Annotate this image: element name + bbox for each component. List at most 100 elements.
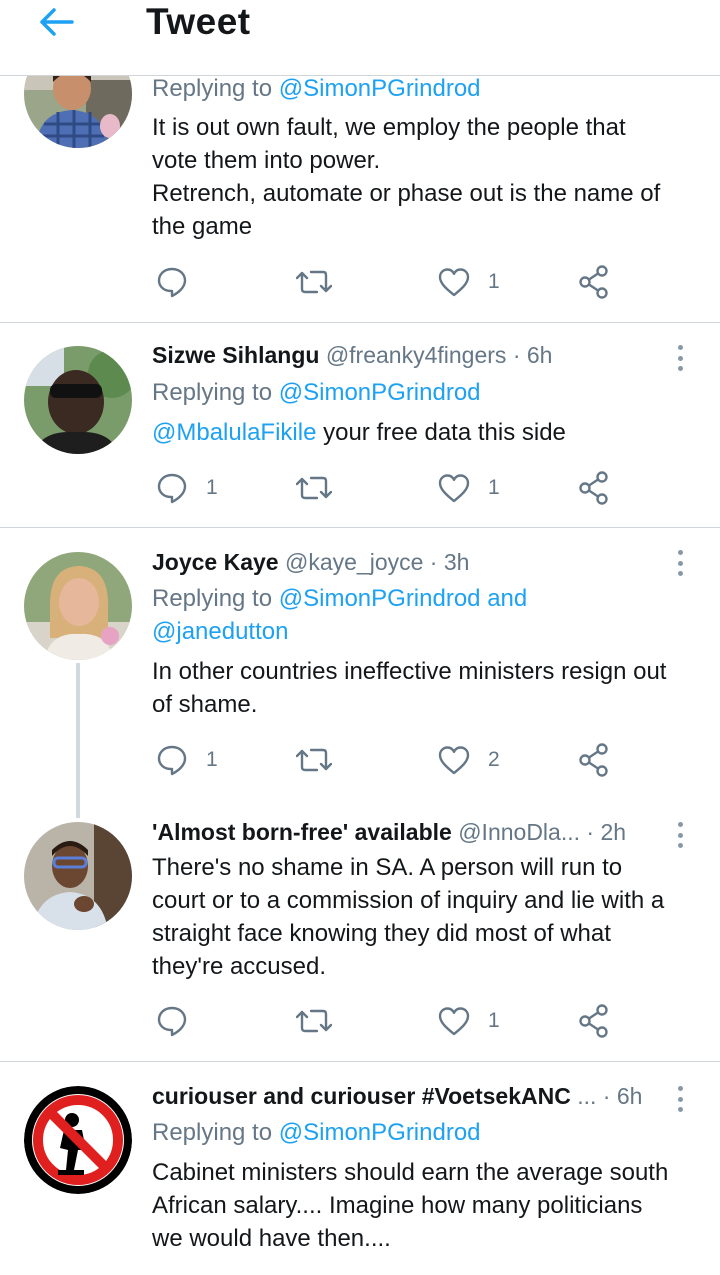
tweet-text-line: There's no shame in SA. A person will ru… — [152, 854, 623, 881]
share-button[interactable] — [578, 262, 610, 302]
more-button[interactable] — [668, 820, 692, 850]
tweet-text-line: Retrench, automate or phase out is the n… — [152, 180, 661, 207]
replying-label: Replying to — [152, 75, 273, 102]
tweet-text: In other countries ineffective ministers… — [152, 655, 700, 721]
like-count: 1 — [488, 476, 500, 499]
tweet-text-line: we would have then.... — [152, 1225, 391, 1252]
handle[interactable]: @InnoDla... — [458, 819, 580, 845]
tweet-meta: Sizwe Sihlangu @freanky4fingers · 6h — [152, 339, 552, 371]
display-name[interactable]: 'Almost born-free' available — [152, 819, 452, 845]
reply-bubble-icon — [157, 745, 187, 776]
share-button[interactable] — [578, 1001, 610, 1041]
reply-count: 1 — [206, 476, 218, 499]
display-name[interactable]: Sizwe Sihlangu — [152, 342, 319, 368]
tweet-actions: 1 2 — [152, 740, 672, 780]
reply-button[interactable] — [156, 262, 188, 302]
replying-label: Replying to — [152, 585, 273, 612]
timestamp: · 6h — [602, 1083, 643, 1109]
tweet-text-line: straight face knowing they did most of w… — [152, 920, 611, 947]
page-title: Tweet — [146, 1, 251, 42]
tweet-meta: Joyce Kaye @kaye_joyce · 3h — [152, 546, 469, 578]
reply-button[interactable]: 1 — [156, 740, 218, 780]
more-vertical-icon — [677, 571, 683, 576]
tweet-text: Cabinet ministers should earn the averag… — [152, 1156, 700, 1255]
tweet-text-line: court or to a commission of inquiry and … — [152, 887, 665, 914]
more-vertical-icon — [677, 345, 683, 350]
like-count: 1 — [488, 270, 500, 293]
more-vertical-icon — [677, 355, 683, 361]
more-button[interactable] — [668, 1084, 692, 1114]
reply-button[interactable] — [156, 1001, 188, 1041]
heart-icon — [438, 1007, 470, 1036]
reply-button[interactable]: 1 — [156, 468, 218, 508]
more-vertical-icon — [677, 1107, 683, 1112]
tweet-text: It is out own fault, we employ the peopl… — [152, 111, 700, 243]
heart-icon — [438, 474, 470, 503]
tweet-text-line: In other countries ineffective ministers… — [152, 658, 667, 685]
replying-to-link[interactable]: @SimonPGrindrod and — [279, 585, 527, 612]
display-name[interactable]: curiouser and curiouser #VoetsekANC — [152, 1083, 571, 1109]
avatar[interactable] — [24, 552, 132, 660]
tweet-text: There's no shame in SA. A person will ru… — [152, 851, 700, 983]
replying-to-link[interactable]: @SimonPGrindrod — [279, 379, 481, 406]
avatar[interactable] — [24, 822, 132, 930]
share-icon — [579, 743, 608, 777]
reply-bubble-icon — [157, 267, 187, 298]
tweet-meta: 'Almost born-free' available @InnoDla...… — [152, 816, 626, 848]
replying-to: Replying to @SimonPGrindrod — [152, 1116, 481, 1149]
retweet-icon — [296, 270, 332, 294]
like-button[interactable]: 2 — [438, 740, 500, 780]
like-button[interactable]: 1 — [438, 468, 500, 508]
replying-to-link[interactable]: @SimonPGrindrod — [279, 1119, 481, 1146]
tweet-text: @MbalulaFikile your free data this side — [152, 416, 700, 449]
handle[interactable]: @kaye_joyce — [285, 549, 423, 575]
avatar[interactable] — [24, 1086, 132, 1194]
back-button[interactable] — [34, 4, 78, 40]
tweet-actions: 1 — [152, 1001, 672, 1041]
more-vertical-icon — [677, 843, 683, 848]
tweet-actions: 1 — [152, 262, 672, 302]
top-app-bar: Tweet — [0, 0, 720, 76]
more-button[interactable] — [668, 548, 692, 578]
tweet-actions: 1 1 — [152, 468, 672, 508]
tweet-text-line: vote them into power. — [152, 147, 381, 174]
share-button[interactable] — [578, 740, 610, 780]
replying-to-link[interactable]: @SimonPGrindrod — [279, 75, 481, 102]
tweet-text-line: Cabinet ministers should earn the averag… — [152, 1159, 669, 1186]
timestamp: · 3h — [429, 549, 470, 575]
avatar[interactable] — [24, 346, 132, 454]
retweet-button[interactable] — [296, 468, 332, 508]
tweet-item[interactable]: curiouser and curiouser #VoetsekANC ... … — [0, 1062, 720, 1275]
tweet-text-line: It is out own fault, we employ the peopl… — [152, 114, 626, 141]
timestamp: · 6h — [512, 342, 553, 368]
replying-to: Replying to @SimonPGrindrod — [152, 72, 481, 105]
like-button[interactable]: 1 — [438, 262, 500, 302]
tweet-item[interactable]: Sizwe Sihlangu @freanky4fingers · 6h Rep… — [0, 323, 720, 527]
more-vertical-icon — [677, 832, 683, 838]
like-button[interactable]: 1 — [438, 1001, 500, 1041]
retweet-button[interactable] — [296, 740, 332, 780]
mention-link[interactable]: @MbalulaFikile — [152, 419, 316, 446]
more-button[interactable] — [668, 343, 692, 373]
share-icon — [579, 265, 608, 299]
tweet-item[interactable]: 'Almost born-free' available @InnoDla...… — [0, 798, 720, 1061]
tweet-meta: curiouser and curiouser #VoetsekANC ... … — [152, 1080, 642, 1112]
display-name[interactable]: Joyce Kaye — [152, 549, 279, 575]
tweet-item[interactable]: Joyce Kaye @kaye_joyce · 3h Replying to … — [0, 528, 720, 798]
reply-bubble-icon — [157, 1006, 187, 1037]
replying-label: Replying to — [152, 379, 273, 406]
share-button[interactable] — [578, 468, 610, 508]
timestamp: · 2h — [586, 819, 627, 845]
retweet-button[interactable] — [296, 262, 332, 302]
replying-to-link[interactable]: @janedutton — [152, 615, 527, 648]
arrow-left-icon — [40, 8, 74, 36]
handle[interactable]: ... — [577, 1083, 596, 1109]
share-icon — [579, 1004, 608, 1038]
retweet-button[interactable] — [296, 1001, 332, 1041]
heart-icon — [438, 268, 470, 297]
like-count: 2 — [488, 748, 500, 771]
replying-to: Replying to @SimonPGrindrod and @janedut… — [152, 582, 527, 648]
share-icon — [579, 471, 608, 505]
handle[interactable]: @freanky4fingers — [326, 342, 507, 368]
more-vertical-icon — [677, 1096, 683, 1102]
